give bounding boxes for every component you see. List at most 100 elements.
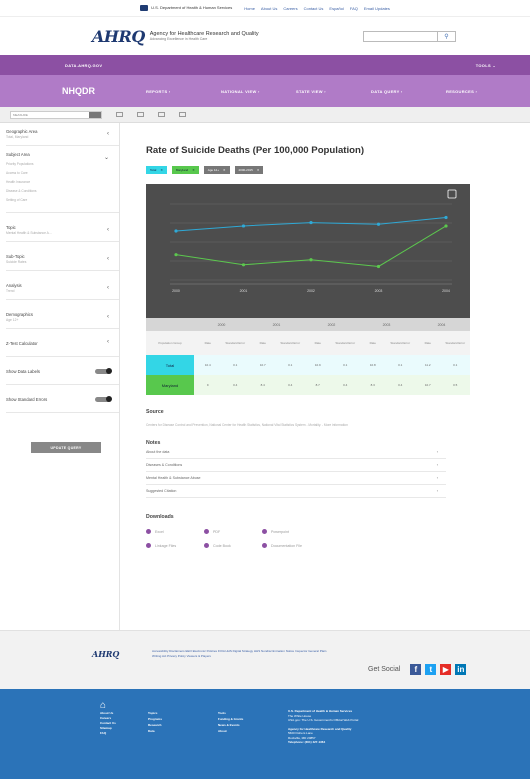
year-2003-header[interactable]: 2003 [359, 323, 414, 327]
subject-item-insurance[interactable]: Health Insurance [6, 180, 111, 184]
download-powerpoint[interactable]: Powerpoint [262, 529, 352, 534]
map-icon[interactable] [179, 112, 186, 117]
rate-header: Rate [424, 341, 431, 345]
show-labels-toggle[interactable] [95, 368, 112, 374]
footer-address: U.S. Department of Health & Human Servic… [288, 701, 408, 779]
home-icon[interactable]: ⌂ [100, 701, 148, 711]
results-panel: Rate of Suicide Deaths (Per 100,000 Popu… [120, 123, 530, 630]
search-icon[interactable]: ⚲ [437, 32, 455, 41]
gov-link-faq[interactable]: FAQ [350, 6, 358, 11]
subject-item-disease[interactable]: Disease & Conditions [6, 189, 111, 193]
download-documentation[interactable]: Documentation File [262, 543, 352, 548]
main-nav: NHQDR REPORTS › NATIONAL VIEW › STATE VI… [0, 75, 530, 107]
footer-link-faq[interactable]: FAQ [100, 731, 148, 736]
close-icon[interactable]: ✕ [257, 168, 260, 172]
agency-name: Agency for Healthcare Research and Quali… [150, 31, 259, 41]
chevron-left-icon: ‹ [107, 256, 109, 262]
close-icon[interactable]: ✕ [223, 168, 226, 172]
gov-link-careers[interactable]: Careers [283, 6, 297, 11]
filter-chip-maryland[interactable]: Maryland ✕ [171, 166, 199, 174]
year-2004-header[interactable]: 2004 [414, 323, 469, 327]
facebook-icon[interactable]: f [410, 663, 422, 675]
download-pdf[interactable]: PDF [204, 529, 262, 534]
cell: 9 [206, 383, 209, 387]
topic-section[interactable]: Topic Mental Health & Substance A... ‹ [6, 213, 119, 242]
close-icon[interactable]: ✕ [160, 168, 163, 172]
analysis-section[interactable]: Analysis Trend ‹ [6, 271, 119, 300]
subject-item-setting[interactable]: Setting of Care [6, 198, 111, 202]
download-icon [146, 543, 151, 548]
line-chart-icon[interactable] [137, 112, 144, 117]
export-icon[interactable] [447, 189, 457, 199]
subtopic-section[interactable]: Sub-Topic Suicide Rates ‹ [6, 242, 119, 271]
update-query-button[interactable]: UPDATE QUERY [31, 442, 101, 453]
measure-select[interactable]: MEASURE [10, 110, 102, 119]
nav-resources[interactable]: RESOURCES › [446, 89, 521, 94]
note-diseases[interactable]: Diseases & Conditions ‹ [146, 459, 446, 472]
search-input[interactable]: ⚲ [363, 31, 456, 42]
demographics-section[interactable]: Demographics Age 12+ ‹ [6, 300, 119, 329]
settings-icon[interactable] [116, 112, 123, 117]
filter-chip-total[interactable]: Total ✕ [146, 166, 167, 174]
nav-national-view[interactable]: NATIONAL VIEW › [221, 89, 296, 94]
twitter-icon[interactable]: t [425, 663, 437, 675]
chevron-left-icon: ‹ [436, 489, 438, 493]
gov-link-contact[interactable]: Contact Us [304, 6, 324, 11]
footer-ahrq-logo[interactable]: AHRQ [92, 649, 152, 689]
subject-item-access[interactable]: Access to Care [6, 171, 111, 175]
download-codebook[interactable]: Code Book [204, 543, 262, 548]
footer-policy-links[interactable]: Accessibility Disclaimers EEO Electronic… [152, 649, 328, 689]
se-header: Standard Error [335, 341, 356, 345]
filter-chip-years[interactable]: 2000-2015 ✕ [234, 166, 264, 174]
nav-state-view[interactable]: STATE VIEW › [296, 89, 371, 94]
cell: 0.4 [398, 383, 403, 387]
download-linkage[interactable]: Linkage Files [146, 543, 204, 548]
download-icon [146, 529, 151, 534]
note-about-data[interactable]: About the data ‹ [146, 446, 446, 459]
footer-link-data[interactable]: Data [148, 728, 218, 734]
subject-item-priority[interactable]: Priority Populations [6, 162, 111, 166]
chevron-down-icon [89, 111, 101, 118]
gov-link-espanol[interactable]: Español [329, 6, 343, 11]
nav-data-query[interactable]: DATA QUERY › [371, 89, 446, 94]
show-errors-toggle[interactable] [95, 396, 112, 402]
tools-menu[interactable]: TOOLS ⌄ [476, 63, 496, 68]
bar-chart-icon[interactable] [158, 112, 165, 117]
download-icon [262, 543, 267, 548]
cell: 10.7 [259, 363, 266, 367]
hhs-link[interactable]: U.S. Department of Health & Human Servic… [140, 5, 232, 11]
year-2000-header[interactable]: 2000 [194, 323, 249, 327]
x-tick-label: 2000 [172, 289, 180, 293]
cell: 8.4 [260, 383, 265, 387]
footer-link-about-2[interactable]: About [218, 728, 288, 734]
show-labels-row: Show Data Labels [6, 357, 119, 385]
download-excel[interactable]: Excel [146, 529, 204, 534]
close-icon[interactable]: ✕ [192, 168, 195, 172]
footer-usagov-link[interactable]: USA.gov: The U.S. Government's Official … [288, 718, 408, 723]
ahrq-logo[interactable]: AHRQ [92, 27, 145, 46]
nav-reports[interactable]: REPORTS › [146, 89, 221, 94]
footer-links: AHRQ Accessibility Disclaimers EEO Elect… [0, 630, 530, 689]
youtube-icon[interactable]: ▶ [440, 663, 452, 675]
gov-link-home[interactable]: Home [244, 6, 255, 11]
nhqdr-brand[interactable]: NHQDR [62, 86, 146, 96]
linkedin-icon[interactable]: in [455, 663, 467, 675]
demographics-value: Age 12+ [6, 318, 19, 322]
subject-area-section[interactable]: Subject Area ⌄ Priority Populations Acce… [6, 146, 119, 213]
data-table: 2000 2001 2002 2003 2004 Population Grou… [146, 318, 470, 395]
cell: 8.7 [315, 383, 320, 387]
chevron-left-icon: ‹ [107, 285, 109, 291]
note-citation[interactable]: Suggested Citation ‹ [146, 485, 446, 498]
year-2001-header[interactable]: 2001 [249, 323, 304, 327]
note-mental-health[interactable]: Mental Health & Substance Abuse ‹ [146, 472, 446, 485]
gov-link-email[interactable]: Email Updates [364, 6, 390, 11]
ztest-section[interactable]: Z-Test Calculator ‹ [6, 329, 119, 357]
geo-area-section[interactable]: Geographic Area Total, Maryland ‹ [6, 123, 119, 146]
table-year-header: 2000 2001 2002 2003 2004 [146, 318, 470, 331]
year-2002-header[interactable]: 2002 [304, 323, 359, 327]
filter-chip-age[interactable]: Age 12+ ✕ [203, 166, 230, 174]
query-sidebar: Geographic Area Total, Maryland ‹ Subjec… [0, 123, 120, 630]
data-ahrq-link[interactable]: DATA.AHRQ.GOV [65, 63, 102, 68]
gov-link-about[interactable]: About Us [261, 6, 277, 11]
source-text: Centers for Disease Control and Preventi… [146, 423, 348, 427]
